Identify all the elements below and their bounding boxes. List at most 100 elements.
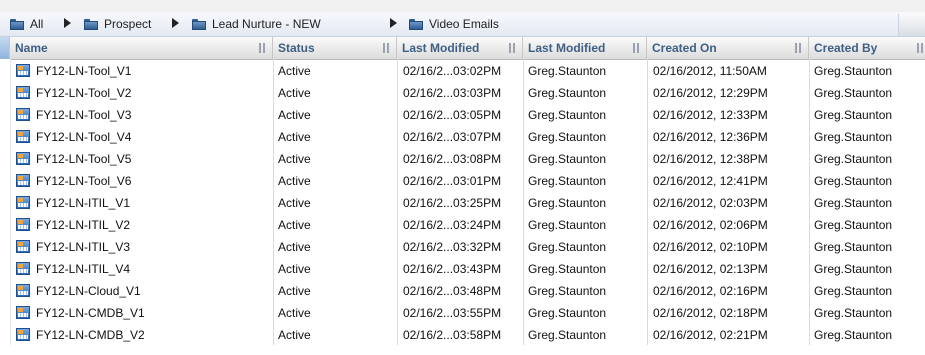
cell-last-modified-by: Greg.Staunton — [528, 174, 607, 188]
column-header-label: Created By — [814, 41, 878, 55]
cell-status: Active — [278, 262, 311, 276]
table-row[interactable]: FY12-LN-Tool_V2 Active 02/16/2...03:03PM Gr… — [10, 82, 925, 104]
cell-last-modified-by: Greg.Staunton — [528, 284, 607, 298]
cell-created-by: Greg.Staunton — [814, 64, 893, 78]
column-resize-handle[interactable] — [917, 43, 923, 53]
breadcrumb-item-video-emails[interactable]: Video Emails — [409, 12, 499, 36]
cell-created-on: 02/16/2012, 12:33PM — [653, 108, 768, 122]
breadcrumb-item-prospect[interactable]: Prospect — [84, 12, 151, 36]
column-header-label: Last Modified — [402, 41, 480, 55]
cell-last-modified-by: Greg.Staunton — [528, 86, 607, 100]
cell-last-modified: 02/16/2...03:25PM — [403, 196, 502, 210]
cell-created-on: 02/16/2012, 02:03PM — [653, 196, 768, 210]
cell-name[interactable]: FY12-LN-ITIL_V4 — [36, 258, 272, 280]
cell-status: Active — [278, 64, 311, 78]
cell-name[interactable]: FY12-LN-CMDB_V1 — [36, 302, 272, 324]
column-header-name[interactable]: Name — [10, 37, 273, 59]
folder-icon — [84, 18, 98, 30]
column-header-label: Created On — [652, 41, 717, 55]
cell-created-by: Greg.Staunton — [814, 86, 893, 100]
column-resize-handle[interactable] — [509, 43, 515, 53]
cell-created-by: Greg.Staunton — [814, 108, 893, 122]
cell-status: Active — [278, 196, 311, 210]
table-row[interactable]: FY12-LN-CMDB_V1 Active 02/16/2...03:55PM Gr… — [10, 302, 925, 324]
cell-last-modified: 02/16/2...03:55PM — [403, 306, 502, 320]
cell-created-by: Greg.Staunton — [814, 328, 893, 342]
cell-last-modified: 02/16/2...03:58PM — [403, 328, 502, 342]
arrow-right-icon — [172, 18, 179, 28]
table-row[interactable]: FY12-LN-Tool_V1 Active 02/16/2...03:02PM Gr… — [10, 60, 925, 82]
table-row[interactable]: FY12-LN-CMDB_V2 Active 02/16/2...03:58PM Gr… — [10, 324, 925, 346]
cell-name[interactable]: FY12-LN-ITIL_V1 — [36, 192, 272, 214]
cell-status: Active — [278, 86, 311, 100]
cell-name[interactable]: FY12-LN-ITIL_V3 — [36, 236, 272, 258]
table-row[interactable]: FY12-LN-Tool_V4 Active 02/16/2...03:07PM Gr… — [10, 126, 925, 148]
column-resize-handle[interactable] — [795, 43, 801, 53]
column-resize-handle[interactable] — [259, 43, 265, 53]
cell-status: Active — [278, 218, 311, 232]
cell-created-by: Greg.Staunton — [814, 130, 893, 144]
breadcrumb: All Prospect Lead Nurture - NEW Video Em… — [0, 12, 925, 37]
cell-last-modified: 02/16/2...03:05PM — [403, 108, 502, 122]
cell-name[interactable]: FY12-LN-Cloud_V1 — [36, 280, 272, 302]
email-program-icon — [16, 108, 30, 121]
cell-created-on: 02/16/2012, 12:38PM — [653, 152, 768, 166]
cell-created-by: Greg.Staunton — [814, 262, 893, 276]
table-row[interactable]: FY12-LN-ITIL_V3 Active 02/16/2...03:32PM Gr… — [10, 236, 925, 258]
cell-last-modified-by: Greg.Staunton — [528, 306, 607, 320]
cell-name[interactable]: FY12-LN-Tool_V5 — [36, 148, 272, 170]
cell-last-modified-by: Greg.Staunton — [528, 328, 607, 342]
cell-name[interactable]: FY12-LN-ITIL_V2 — [36, 214, 272, 236]
cell-last-modified-by: Greg.Staunton — [528, 240, 607, 254]
column-menu-button[interactable] — [898, 14, 925, 36]
cell-created-on: 02/16/2012, 12:36PM — [653, 130, 768, 144]
cell-created-on: 02/16/2012, 12:29PM — [653, 86, 768, 100]
cell-created-on: 02/16/2012, 12:41PM — [653, 174, 768, 188]
row-selector-header[interactable] — [0, 37, 10, 59]
table-body: FY12-LN-Tool_V1 Active 02/16/2...03:02PM Gr… — [10, 60, 925, 346]
table-row[interactable]: FY12-LN-Tool_V5 Active 02/16/2...03:08PM Gr… — [10, 148, 925, 170]
cell-name[interactable]: FY12-LN-CMDB_V2 — [36, 324, 272, 346]
folder-icon — [192, 18, 206, 30]
cell-name[interactable]: FY12-LN-Tool_V2 — [36, 82, 272, 104]
cell-created-by: Greg.Staunton — [814, 284, 893, 298]
table-row[interactable]: FY12-LN-ITIL_V2 Active 02/16/2...03:24PM Gr… — [10, 214, 925, 236]
cell-last-modified: 02/16/2...03:01PM — [403, 174, 502, 188]
cell-name[interactable]: FY12-LN-Tool_V6 — [36, 170, 272, 192]
cell-last-modified: 02/16/2...03:43PM — [403, 262, 502, 276]
table-row[interactable]: FY12-LN-Tool_V3 Active 02/16/2...03:05PM Gr… — [10, 104, 925, 126]
column-header-created-on[interactable]: Created On — [647, 37, 809, 59]
cell-created-on: 02/16/2012, 02:13PM — [653, 262, 768, 276]
cell-created-by: Greg.Staunton — [814, 152, 893, 166]
breadcrumb-label: Video Emails — [429, 17, 499, 31]
cell-name[interactable]: FY12-LN-Tool_V4 — [36, 126, 272, 148]
column-resize-handle[interactable] — [383, 43, 389, 53]
arrow-right-icon — [64, 18, 71, 28]
cell-created-by: Greg.Staunton — [814, 306, 893, 320]
cell-created-on: 02/16/2012, 02:06PM — [653, 218, 768, 232]
table-row[interactable]: FY12-LN-ITIL_V1 Active 02/16/2...03:25PM Gr… — [10, 192, 925, 214]
cell-status: Active — [278, 174, 311, 188]
column-header-last-modified-by[interactable]: Last Modified — [523, 37, 647, 59]
column-resize-handle[interactable] — [633, 43, 639, 53]
cell-created-on: 02/16/2012, 02:21PM — [653, 328, 768, 342]
cell-status: Active — [278, 306, 311, 320]
email-program-icon — [16, 152, 30, 165]
cell-name[interactable]: FY12-LN-Tool_V3 — [36, 104, 272, 126]
breadcrumb-item-all[interactable]: All — [10, 12, 43, 36]
cell-last-modified-by: Greg.Staunton — [528, 64, 607, 78]
table-row[interactable]: FY12-LN-ITIL_V4 Active 02/16/2...03:43PM Gr… — [10, 258, 925, 280]
breadcrumb-item-lead-nurture[interactable]: Lead Nurture - NEW — [192, 12, 321, 36]
table-row[interactable]: FY12-LN-Tool_V6 Active 02/16/2...03:01PM Gr… — [10, 170, 925, 192]
cell-created-on: 02/16/2012, 02:10PM — [653, 240, 768, 254]
folder-icon — [409, 18, 423, 30]
column-header-status[interactable]: Status — [273, 37, 397, 59]
cell-last-modified: 02/16/2...03:07PM — [403, 130, 502, 144]
table-row[interactable]: FY12-LN-Cloud_V1 Active 02/16/2...03:48PM G… — [10, 280, 925, 302]
cell-status: Active — [278, 328, 311, 342]
column-header-last-modified[interactable]: Last Modified — [397, 37, 523, 59]
cell-name[interactable]: FY12-LN-Tool_V1 — [36, 60, 272, 82]
cell-created-by: Greg.Staunton — [814, 196, 893, 210]
cell-last-modified: 02/16/2...03:08PM — [403, 152, 502, 166]
column-header-created-by[interactable]: Created By — [809, 37, 925, 59]
